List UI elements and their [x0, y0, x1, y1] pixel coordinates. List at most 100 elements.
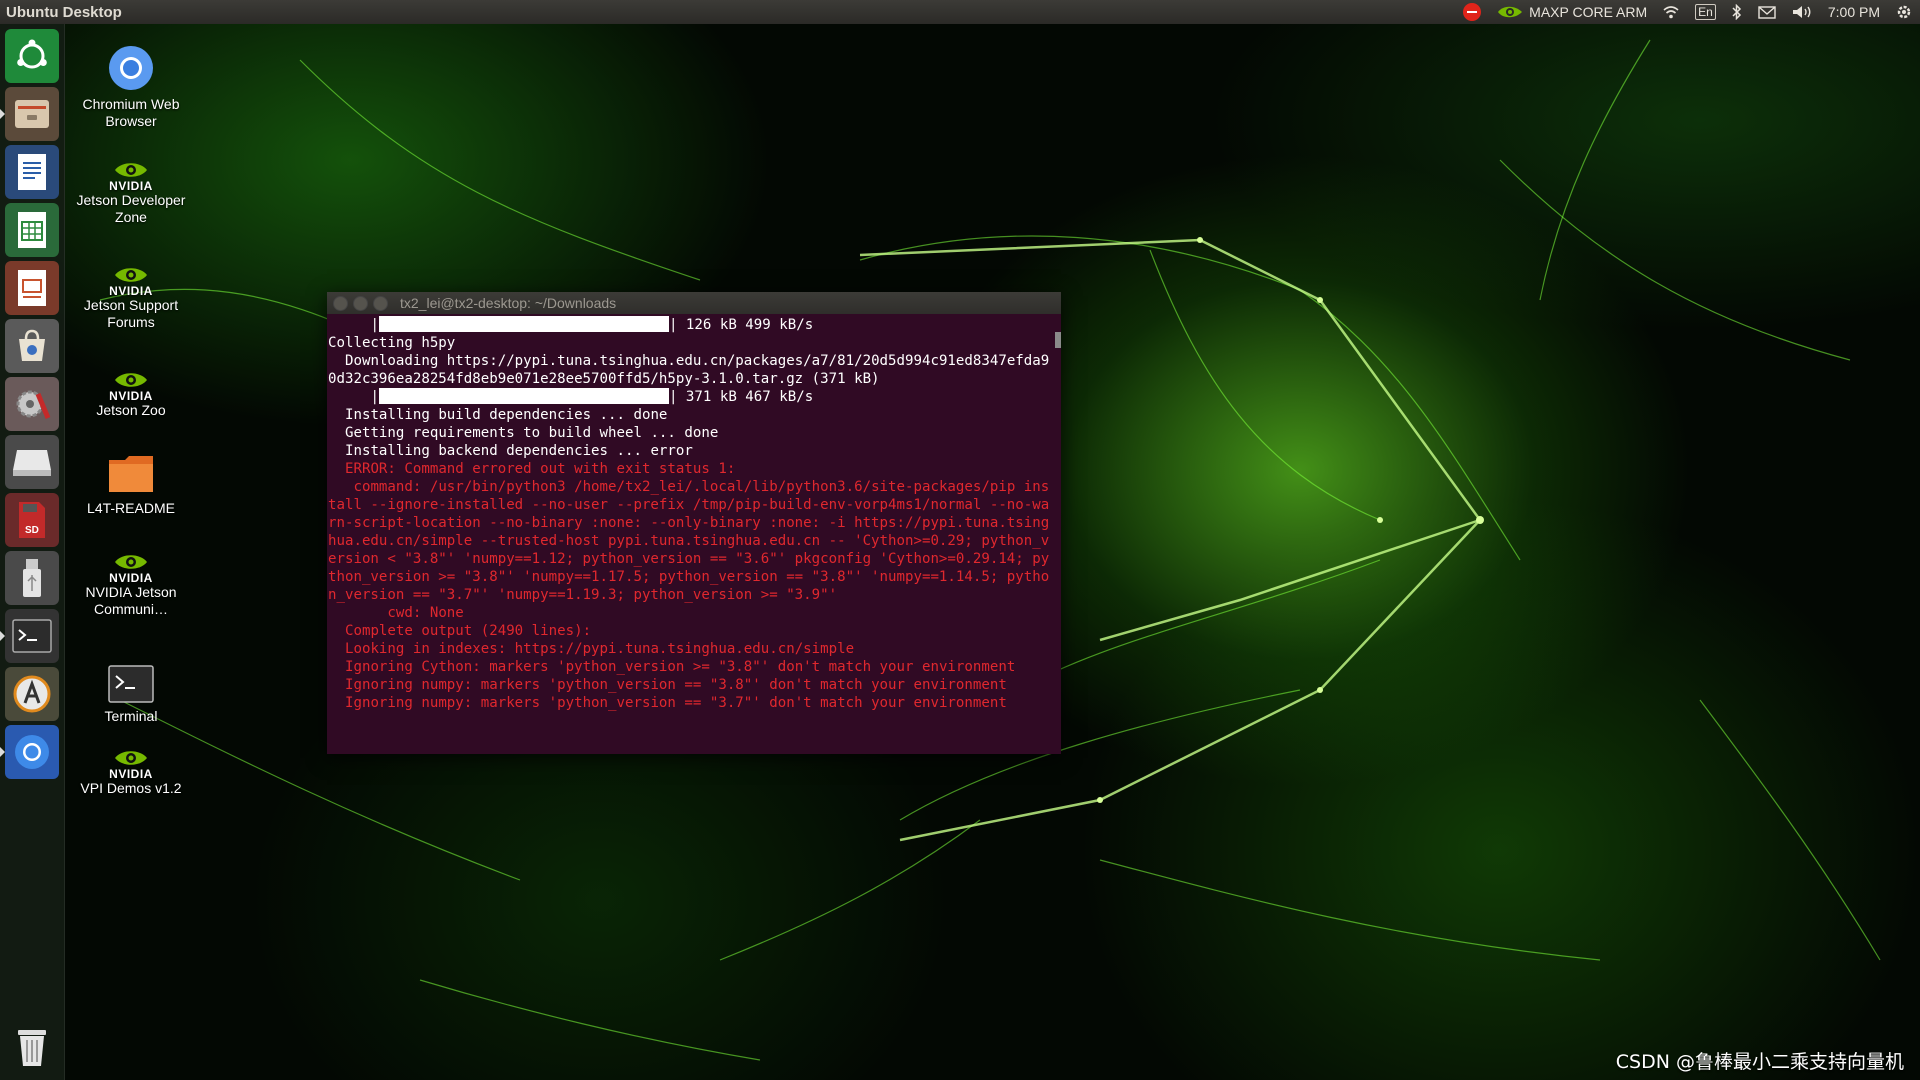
speaker-icon: [1792, 6, 1811, 18]
launcher-drive[interactable]: [5, 435, 59, 489]
launcher-files[interactable]: [0, 87, 59, 141]
bluetooth-indicator[interactable]: [1732, 4, 1742, 20]
terminal-icon: [108, 665, 154, 703]
csdn-watermark: CSDN @鲁棒最小二乘支持向量机: [1615, 1051, 1904, 1073]
launcher-sd-card[interactable]: SD: [5, 493, 59, 547]
launcher-writer[interactable]: [5, 145, 59, 199]
launcher: SD: [0, 24, 65, 1080]
nvidia-eye-icon: [115, 268, 147, 282]
power-mode-label: MAXP CORE ARM: [1529, 4, 1648, 20]
desktop-icon-label: Jetson Support Forums: [83, 297, 179, 330]
terminal-error-line: Complete output (2490 lines):: [328, 623, 592, 639]
trash-icon: [18, 1030, 46, 1066]
wifi-icon: [1663, 6, 1679, 19]
close-button[interactable]: [333, 295, 348, 311]
terminal-line: Getting requirements to build wheel ... …: [328, 425, 719, 441]
bluetooth-icon: [1732, 4, 1741, 20]
desktop-icon-label: Jetson Developer Zone: [76, 192, 186, 225]
usb-drive-icon: [23, 559, 41, 597]
system-settings-icon: [16, 390, 51, 419]
stop-icon: [1463, 3, 1482, 21]
launcher-trash[interactable]: [5, 1019, 59, 1073]
envelope-icon: [1758, 5, 1776, 19]
nvidia-eye-icon: [115, 373, 147, 387]
sound-indicator[interactable]: [1792, 5, 1812, 19]
nvidia-eye-icon: [1498, 6, 1523, 18]
maximize-button[interactable]: [373, 295, 388, 311]
desktop-icon-chromium[interactable]: Chromium Web Browser: [76, 44, 186, 130]
chromium-icon: [15, 735, 49, 769]
power-mode-indicator[interactable]: MAXP CORE ARM: [1497, 4, 1647, 20]
sd-card-icon: SD: [19, 502, 45, 538]
terminal-output[interactable]: | | 126 kB 499 kB/s Collecting h5py Downlo…: [327, 314, 1061, 752]
folder-icon: [109, 456, 153, 492]
terminal-window[interactable]: tx2_lei@tx2-desktop: ~/Downloads | | 126 …: [327, 292, 1061, 754]
software-center-icon: [19, 329, 45, 361]
progress-prefix: |: [328, 317, 379, 333]
nvidia-eye-icon: [115, 163, 147, 177]
files-icon: [15, 100, 49, 128]
gear-icon: [1897, 5, 1911, 19]
progress-stats: | 371 kB 467 kB/s: [668, 389, 814, 405]
ubuntu-dash-icon: [17, 39, 47, 69]
messaging-indicator[interactable]: [1758, 5, 1776, 19]
terminal-scrollbar[interactable]: [1055, 332, 1061, 348]
terminal-line: | | 371 kB 467 kB/s: [328, 388, 1055, 406]
nvidia-wordmark: NVIDIA: [109, 571, 153, 585]
terminal-titlebar[interactable]: tx2_lei@tx2-desktop: ~/Downloads: [327, 292, 1061, 314]
desktop-icon-terminal[interactable]: Terminal: [76, 664, 186, 725]
launcher-calc[interactable]: [5, 203, 59, 257]
nvidia-eye-icon: [115, 555, 147, 569]
minimize-button[interactable]: [353, 295, 368, 311]
terminal-icon: [12, 619, 52, 653]
desktop-icon-jetson-zoo[interactable]: NVIDIA Jetson Zoo: [76, 370, 186, 419]
terminal-error-line: ERROR: Command errored out with exit sta…: [328, 461, 736, 477]
nvidia-wordmark: NVIDIA: [109, 767, 153, 781]
desktop-icon-label: Jetson Zoo: [96, 402, 166, 418]
nvidia-logo: NVIDIA: [106, 370, 156, 402]
clock[interactable]: 7:00 PM: [1828, 4, 1880, 20]
desktop-icon-jetson-developer-zone[interactable]: NVIDIA Jetson Developer Zone: [76, 160, 186, 226]
calc-icon: [18, 212, 46, 248]
nvidia-logo: NVIDIA: [106, 552, 156, 584]
launcher-terminal[interactable]: [0, 609, 59, 663]
desktop-icon-label: VPI Demos v1.2: [80, 780, 182, 796]
top-panel: Ubuntu Desktop MAXP CORE ARM En 7:00 PM: [0, 0, 1920, 24]
nvidia-wordmark: NVIDIA: [109, 284, 153, 298]
session-indicator[interactable]: [1896, 4, 1912, 20]
terminal-error-line: Looking in indexes: https://pypi.tuna.ts…: [328, 641, 855, 657]
launcher-impress[interactable]: [5, 261, 59, 315]
launcher-chromium[interactable]: [0, 725, 59, 779]
launcher-usb-drive[interactable]: [5, 551, 59, 605]
desktop-icon-label: Chromium Web Browser: [82, 96, 180, 129]
progress-bar: [378, 316, 669, 332]
stop-indicator[interactable]: [1463, 3, 1482, 21]
software-updater-icon: [13, 675, 51, 713]
nvidia-wordmark: NVIDIA: [109, 179, 153, 193]
wifi-indicator[interactable]: [1663, 5, 1679, 19]
terminal-error-line: cwd: None: [328, 605, 464, 621]
panel-title: Ubuntu Desktop: [6, 3, 122, 21]
progress-prefix: |: [328, 389, 379, 405]
svg-text:SD: SD: [25, 525, 39, 536]
desktop-icon-vpi-demos[interactable]: NVIDIA VPI Demos v1.2: [76, 748, 186, 797]
desktop-icon-l4t-readme[interactable]: L4T-README: [76, 452, 186, 517]
launcher-ubuntu-dash[interactable]: [5, 29, 59, 83]
terminal-error-line: Ignoring numpy: markers 'python_version …: [328, 695, 1007, 711]
progress-stats: | 126 kB 499 kB/s: [668, 317, 814, 333]
launcher-software-center[interactable]: [5, 319, 59, 373]
desktop-icon-jetson-support-forums[interactable]: NVIDIA Jetson Support Forums: [76, 265, 186, 331]
terminal-error-line: Ignoring numpy: markers 'python_version …: [328, 677, 1007, 693]
desktop-icon-label: NVIDIA Jetson Communi…: [85, 584, 177, 617]
terminal-line: Installing backend dependencies ... erro…: [328, 443, 693, 459]
keyboard-indicator[interactable]: En: [1695, 4, 1716, 20]
keyboard-layout: En: [1695, 4, 1716, 20]
desktop-icon-label: L4T-README: [87, 500, 175, 516]
desktop-icon-nvidia-jetson-community[interactable]: NVIDIA NVIDIA Jetson Communi…: [76, 552, 186, 618]
progress-bar: [378, 388, 669, 404]
impress-icon: [18, 270, 46, 306]
launcher-software-updater[interactable]: [5, 667, 59, 721]
terminal-line: | | 126 kB 499 kB/s: [328, 316, 1055, 334]
writer-icon: [18, 154, 46, 190]
launcher-system-settings[interactable]: [5, 377, 59, 431]
